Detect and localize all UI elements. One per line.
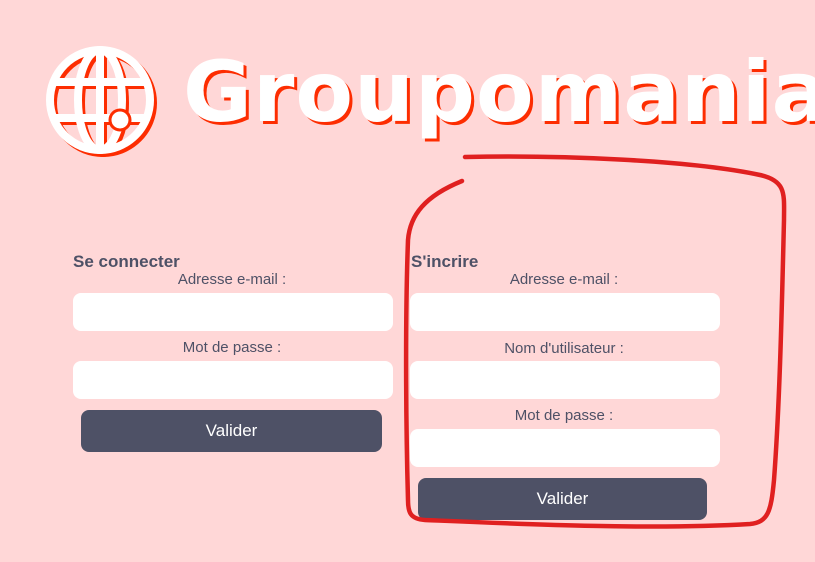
signup-username-label: Nom d'utilisateur : xyxy=(504,340,624,357)
globe-logo-icon xyxy=(46,46,157,157)
login-submit-button[interactable]: Valider xyxy=(81,410,382,452)
signup-password-input[interactable] xyxy=(410,429,720,467)
signup-password-label: Mot de passe : xyxy=(514,407,614,424)
signup-submit-button[interactable]: Valider xyxy=(418,478,707,520)
signup-email-label: Adresse e-mail : xyxy=(509,271,619,288)
login-email-label: Adresse e-mail : xyxy=(177,271,287,288)
login-email-input[interactable] xyxy=(73,293,393,331)
login-password-input[interactable] xyxy=(73,361,393,399)
signup-username-input[interactable] xyxy=(410,361,720,399)
signup-title: S'incrire xyxy=(411,252,479,271)
login-title: Se connecter xyxy=(73,252,180,271)
brand-name: Groupomania xyxy=(183,43,815,141)
login-password-label: Mot de passe : xyxy=(182,339,282,356)
signup-email-input[interactable] xyxy=(410,293,720,331)
